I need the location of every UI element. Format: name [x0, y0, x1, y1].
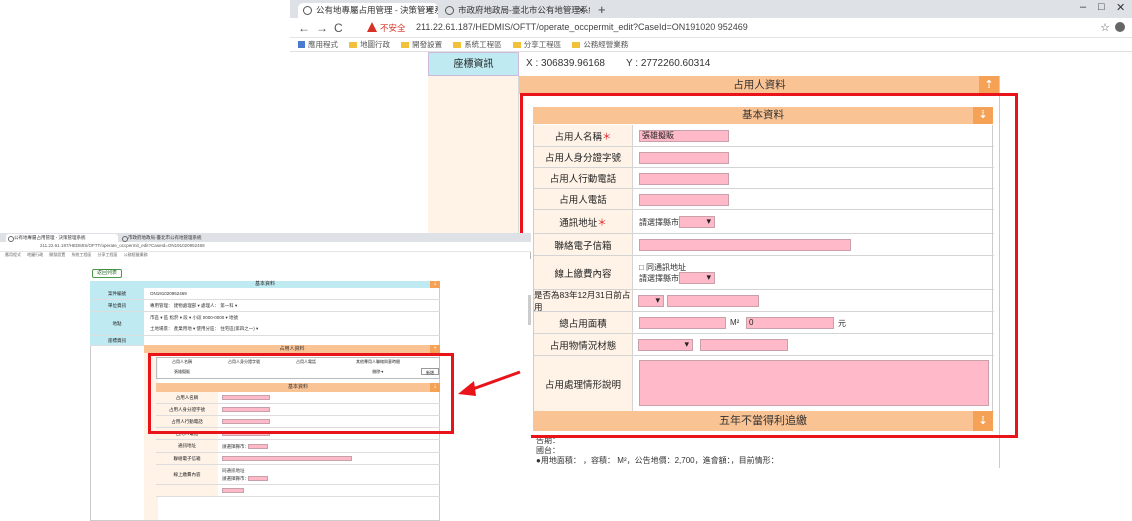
tab-bar: 公有地專屬占用管理 - 決策管理系統 ✕ 市政府地政局-臺北市公有地管理系統 ✕…	[290, 0, 1132, 18]
small-form-row	[156, 485, 440, 497]
address-bar: ← → C 不安全 211.22.61.187/HEDMIS/OFTT/oper…	[290, 18, 1132, 38]
small-address-bar: 211.22.61.187/HEDMIS/OFTT/operate_occper…	[0, 242, 531, 252]
tab-occupancy-management[interactable]: 公有地專屬占用管理 - 決策管理系統 ✕	[298, 3, 438, 18]
small-basic-header: 基本資料	[90, 281, 440, 288]
bookmark-item[interactable]: 地圖行政	[349, 38, 390, 52]
warning-icon	[367, 22, 377, 32]
close-tab-icon[interactable]: ✕	[577, 3, 585, 18]
star-icon[interactable]: ☆	[1100, 21, 1110, 34]
bookmark-apps[interactable]: 應用程式	[298, 38, 338, 52]
coordinate-label: 座標資訊	[428, 52, 519, 76]
collapse-down-icon[interactable]: ⇣	[430, 281, 440, 288]
coordinate-x: X : 306839.96168	[526, 58, 605, 69]
security-label[interactable]: 不安全	[380, 22, 406, 34]
small-form-row: 線上繳費內容 同通訊地址 請選擇縣市：	[156, 465, 440, 485]
small-tab-occupancy[interactable]: 公有地專屬占用管理 - 決策管理系統	[6, 234, 118, 242]
bookmark-item[interactable]: 分享工程區	[512, 38, 561, 52]
occupant-section-header: 占用人資料	[519, 76, 1000, 94]
close-window-button[interactable]: ✕	[1116, 1, 1125, 14]
collapse-up-icon[interactable]: ⇡	[979, 76, 999, 94]
back-to-list-button[interactable]: 返回列表	[92, 269, 122, 278]
back-button[interactable]: ←	[298, 21, 310, 35]
small-scrollbar[interactable]	[528, 295, 531, 325]
folder-icon	[453, 42, 462, 48]
minimize-button[interactable]: –	[1080, 1, 1086, 13]
bookmarks-bar: 應用程式 地圖行政 開發設置 系統工程區 分享工程區 公務經營業務	[290, 38, 1132, 52]
small-row-unit: 單位資訊 專用管理： 建物處理部 ▾ 處理人： 第一科 ▾	[90, 300, 440, 312]
close-tab-icon[interactable]: ✕	[425, 3, 433, 18]
tab-land-system[interactable]: 市政府地政局-臺北市公有地管理系統 ✕	[440, 3, 590, 18]
globe-icon	[445, 6, 454, 15]
coordinate-row: 座標資訊 X : 306839.96168 Y : 2772260.60314	[428, 52, 1000, 76]
reload-button[interactable]: C	[334, 21, 343, 35]
maximize-button[interactable]: □	[1098, 1, 1105, 13]
bookmark-item[interactable]: 公務經營業務	[572, 38, 628, 52]
account-icon[interactable]	[1115, 22, 1125, 32]
small-form-row: 聯絡電子信箱	[156, 453, 440, 465]
bottom-text: 告期： 國台： ●用地面積： ，容積： M²，公告地價：2,700，進會額：，目…	[536, 436, 779, 465]
forward-button[interactable]: →	[316, 21, 328, 35]
small-form-row: 通訊地址 請選擇縣市：	[156, 440, 440, 453]
folder-icon	[401, 42, 410, 48]
small-row-case: 案件編號 ON191020952469	[90, 288, 440, 300]
highlight-box-small	[148, 353, 454, 434]
url-input[interactable]: 211.22.61.187/HEDMIS/OFTT/operate_occper…	[416, 22, 748, 32]
folder-icon	[349, 42, 358, 48]
folder-icon	[512, 42, 521, 48]
small-occupant-header: 占用人資料	[144, 345, 440, 353]
apps-icon	[298, 41, 305, 48]
new-tab-button[interactable]: +	[598, 2, 606, 17]
small-url-input[interactable]: 211.22.61.187/HEDMIS/OFTT/operate_occper…	[40, 243, 205, 248]
bookmark-item[interactable]: 開發設置	[401, 38, 442, 52]
collapse-up-icon[interactable]: ⇡	[430, 345, 440, 353]
coordinate-y: Y : 2772260.60314	[626, 58, 711, 69]
small-tab-land[interactable]: 市政府地政局-臺北市公有地管理系統	[120, 234, 230, 242]
highlight-box-main	[520, 93, 1018, 438]
globe-icon	[303, 6, 312, 15]
small-tab-bar: 公有地專屬占用管理 - 決策管理系統 市政府地政局-臺北市公有地管理系統	[0, 233, 531, 242]
folder-icon	[572, 42, 581, 48]
small-row-location: 地點 市區 ▾ 區 松菸 ▾ 段 ▾ 小段 0000-0000 ▾ 地號 土地場…	[90, 312, 440, 336]
bookmark-item[interactable]: 系統工程區	[453, 38, 502, 52]
small-bookmarks-bar: 應用程式 地圖行政 開發設置 系統工程區 分享工程區 公務經營業務	[5, 252, 148, 257]
